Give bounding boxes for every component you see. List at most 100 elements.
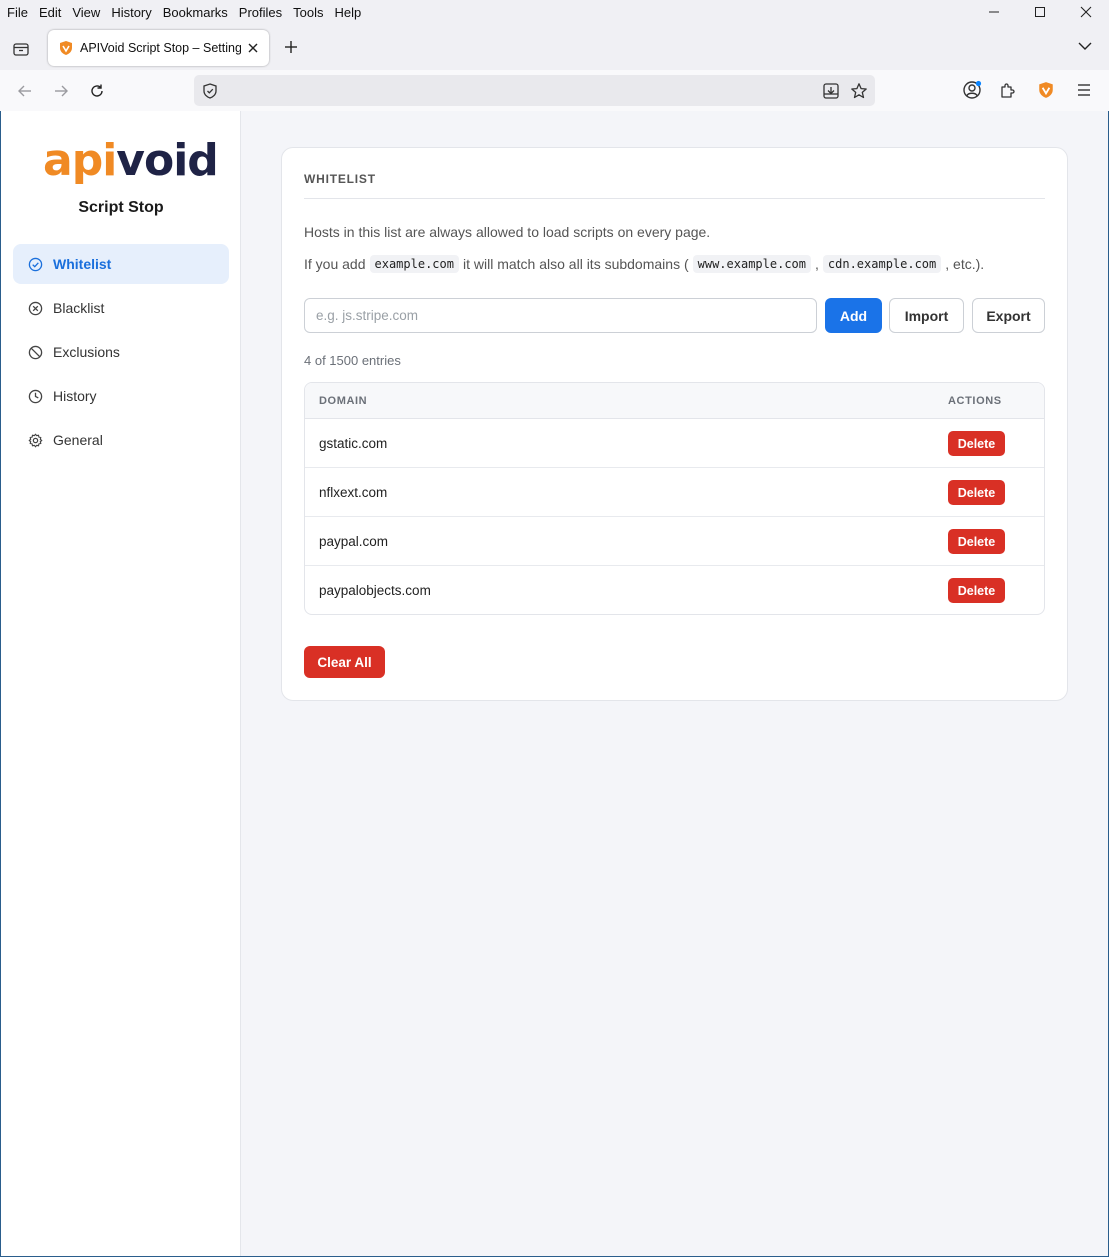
account-icon xyxy=(963,80,982,99)
minimize-button[interactable] xyxy=(971,0,1017,24)
app-menu-button[interactable] xyxy=(1072,78,1096,102)
logo-part-void: void xyxy=(116,135,218,186)
sidebar-item-label: History xyxy=(53,388,97,404)
menu-bookmarks[interactable]: Bookmarks xyxy=(163,5,228,20)
delete-button[interactable]: Delete xyxy=(948,578,1005,603)
import-button[interactable]: Import xyxy=(889,298,964,333)
window-controls xyxy=(971,0,1109,24)
sidebar-item-blacklist[interactable]: Blacklist xyxy=(13,288,229,328)
reload-icon xyxy=(91,84,103,97)
tab-list-button[interactable] xyxy=(8,36,34,62)
hint-suffix: , etc.). xyxy=(945,256,985,272)
gear-icon xyxy=(27,432,43,448)
browser-chrome: File Edit View History Bookmarks Profile… xyxy=(0,0,1109,111)
column-header-domain: DOMAIN xyxy=(319,395,368,407)
domain-cell: gstatic.com xyxy=(319,436,388,451)
new-tab-button[interactable] xyxy=(280,36,302,58)
table-row: paypal.com Delete xyxy=(305,517,1044,566)
tab-settings[interactable]: APIVoid Script Stop – Settings xyxy=(48,30,269,66)
tab-bar: APIVoid Script Stop – Settings xyxy=(0,24,1109,70)
tab-close-button[interactable] xyxy=(241,36,265,60)
delete-button[interactable]: Delete xyxy=(948,529,1005,554)
section-title: WHITELIST xyxy=(304,172,376,186)
minimize-icon xyxy=(989,11,999,13)
domain-cell: paypalobjects.com xyxy=(319,583,431,598)
back-button[interactable] xyxy=(12,78,38,104)
clear-all-button[interactable]: Clear All xyxy=(304,646,385,678)
add-button[interactable]: Add xyxy=(825,298,882,333)
domain-cell: nflxext.com xyxy=(319,485,388,500)
close-icon xyxy=(1080,6,1092,18)
sidebar-item-general[interactable]: General xyxy=(13,420,229,460)
url-input[interactable] xyxy=(226,75,806,106)
code-subdomain-www: www.example.com xyxy=(692,255,811,273)
menu-view[interactable]: View xyxy=(72,5,100,20)
export-button[interactable]: Export xyxy=(972,298,1045,333)
code-example: example.com xyxy=(369,255,459,273)
column-header-actions: ACTIONS xyxy=(948,395,1002,407)
menubar: File Edit View History Bookmarks Profile… xyxy=(0,0,1109,24)
apivoid-shield-icon xyxy=(1039,82,1053,98)
account-button[interactable] xyxy=(960,78,984,102)
menu-history[interactable]: History xyxy=(111,5,151,20)
puzzle-icon xyxy=(1001,83,1015,98)
bookmark-star-button[interactable] xyxy=(849,81,869,101)
arrow-right-icon xyxy=(55,85,68,97)
arrow-left-icon xyxy=(18,85,31,97)
sidebar-item-label: Whitelist xyxy=(53,256,112,272)
apivoid-extension-button[interactable] xyxy=(1034,78,1058,102)
url-bar[interactable] xyxy=(194,75,875,106)
table-row: nflxext.com Delete xyxy=(305,468,1044,517)
maximize-icon xyxy=(1035,7,1045,17)
close-window-button[interactable] xyxy=(1063,0,1109,24)
navigation-toolbar xyxy=(0,70,1109,111)
code-subdomain-cdn: cdn.example.com xyxy=(822,255,942,273)
sidebar-item-label: Blacklist xyxy=(53,300,105,316)
sidebar: apivoid Script Stop Whitelist Blacklist … xyxy=(1,111,241,1256)
apivoid-shield-icon xyxy=(60,41,72,55)
sidebar-item-history[interactable]: History xyxy=(13,376,229,416)
download-tray-icon xyxy=(823,83,839,99)
sidebar-item-exclusions[interactable]: Exclusions xyxy=(13,332,229,372)
star-icon xyxy=(851,83,867,99)
divider xyxy=(304,198,1045,199)
chevron-down-icon xyxy=(1078,42,1092,50)
whitelist-card: WHITELIST Hosts in this list are always … xyxy=(281,147,1068,701)
domain-input[interactable] xyxy=(304,298,817,333)
menu-profiles[interactable]: Profiles xyxy=(239,5,282,20)
maximize-button[interactable] xyxy=(1017,0,1063,24)
hint-prefix: If you add xyxy=(304,256,366,272)
sidebar-item-label: Exclusions xyxy=(53,344,120,360)
tab-title: APIVoid Script Stop – Settings xyxy=(80,41,241,55)
table-header: DOMAIN ACTIONS xyxy=(305,383,1044,419)
check-circle-icon xyxy=(27,256,43,272)
table-row: paypalobjects.com Delete xyxy=(305,566,1044,614)
table-row: gstatic.com Delete xyxy=(305,419,1044,468)
menu-edit[interactable]: Edit xyxy=(39,5,61,20)
clock-icon xyxy=(27,388,43,404)
product-name: Script Stop xyxy=(78,199,164,216)
plus-icon xyxy=(285,41,297,53)
install-button[interactable] xyxy=(821,81,841,101)
sidebar-item-label: General xyxy=(53,432,103,448)
delete-button[interactable]: Delete xyxy=(948,431,1005,456)
sidebar-nav: Whitelist Blacklist Exclusions History G… xyxy=(13,244,229,464)
delete-button[interactable]: Delete xyxy=(948,480,1005,505)
apivoid-logo: apivoid xyxy=(43,135,219,189)
reload-button[interactable] xyxy=(84,78,110,104)
x-circle-icon xyxy=(27,300,43,316)
menu-file[interactable]: File xyxy=(7,5,28,20)
hint-middle: it will match also all its subdomains ( xyxy=(462,256,689,272)
menu-tools[interactable]: Tools xyxy=(293,5,323,20)
logo-part-api: api xyxy=(43,135,117,186)
extensions-button[interactable] xyxy=(996,78,1020,102)
list-all-tabs-button[interactable] xyxy=(1077,38,1095,56)
forward-button[interactable] xyxy=(48,78,74,104)
description-text: Hosts in this list are always allowed to… xyxy=(304,224,711,240)
window-frame-left xyxy=(0,111,1,1257)
close-icon xyxy=(248,43,258,53)
menu-help[interactable]: Help xyxy=(335,5,362,20)
hint-comma: , xyxy=(815,256,819,272)
sidebar-item-whitelist[interactable]: Whitelist xyxy=(13,244,229,284)
entries-count: 4 of 1500 entries xyxy=(304,353,401,368)
